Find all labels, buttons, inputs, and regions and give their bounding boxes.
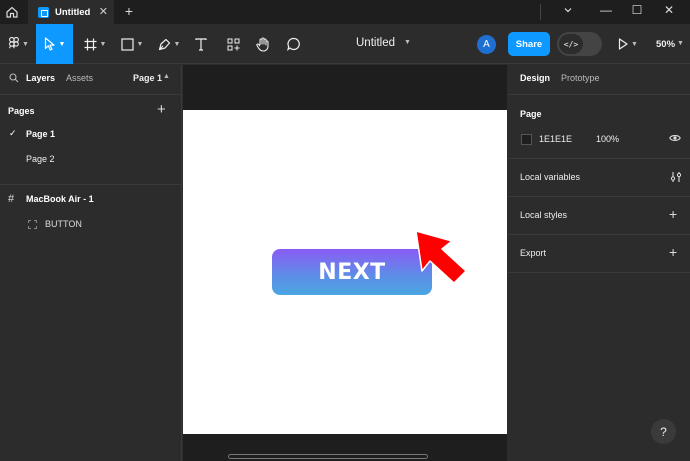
share-button[interactable]: Share — [508, 32, 550, 56]
text-icon — [195, 37, 207, 51]
frame-icon: # — [8, 193, 15, 205]
right-panel-tabs: Design Prototype — [508, 65, 690, 95]
variables-icon[interactable] — [670, 171, 682, 185]
rectangle-icon — [120, 37, 134, 51]
hand-tool-button[interactable] — [252, 24, 274, 64]
layer-row[interactable]: BUTTON — [0, 215, 182, 235]
close-window-button[interactable]: ✕ — [659, 3, 679, 17]
group-icon — [28, 220, 37, 229]
comment-icon — [287, 37, 300, 51]
figma-file-icon — [38, 6, 49, 18]
local-variables-label[interactable]: Local variables — [520, 172, 580, 182]
eye-icon[interactable] — [669, 133, 681, 145]
file-tab-label: Untitled — [55, 6, 91, 18]
page-color-hex[interactable]: 1E1E1E — [539, 134, 572, 144]
avatar[interactable]: A — [477, 35, 496, 54]
frame-icon — [84, 38, 97, 50]
move-tool-button[interactable]: ▼ — [36, 24, 73, 64]
main-menu-button[interactable]: ▼ — [4, 24, 34, 64]
toolbar: ▼ ▼ ▼ ▼ ▼ Untitled ▼ A Share </> ▼ 50% ▼ — [0, 24, 690, 64]
divider — [508, 196, 690, 197]
add-export-button[interactable]: + — [669, 244, 677, 260]
chevron-down-icon: ▼ — [631, 40, 638, 48]
chevron-down-icon: ▼ — [136, 40, 144, 48]
cursor-icon — [44, 37, 55, 51]
hand-icon — [256, 36, 269, 52]
text-tool-button[interactable] — [190, 24, 212, 64]
divider — [508, 158, 690, 159]
layer-frame-label: MacBook Air - 1 — [26, 194, 94, 204]
divider — [508, 234, 690, 235]
zoom-level[interactable]: 50% — [656, 39, 675, 50]
page-item[interactable]: Page 2 — [0, 150, 182, 170]
left-panel: Layers Assets Page 1 ▲ Pages + ✓ Page 1 … — [0, 65, 182, 461]
title-bar: Untitled ✕ + — ☐ ✕ — [0, 0, 690, 24]
export-label[interactable]: Export — [520, 248, 546, 258]
chevron-up-icon[interactable]: ▲ — [163, 73, 170, 80]
chevron-down-icon[interactable]: ▼ — [404, 39, 411, 46]
page-item-label: Page 2 — [26, 154, 55, 164]
right-panel: Design Prototype Page 1E1E1E 100% Local … — [508, 65, 690, 461]
tab-design[interactable]: Design — [520, 73, 550, 83]
page-item-label: Page 1 — [26, 129, 56, 139]
chevron-down-icon: ▼ — [58, 40, 66, 48]
pen-icon — [158, 38, 170, 50]
next-button-label: NEXT — [318, 259, 386, 285]
document-title[interactable]: Untitled — [356, 37, 395, 49]
file-tab[interactable]: Untitled ✕ — [28, 0, 114, 24]
left-panel-tabs: Layers Assets Page 1 ▲ — [0, 65, 182, 95]
local-styles-label[interactable]: Local styles — [520, 210, 567, 220]
window-separator — [540, 4, 541, 20]
chevron-down-icon: ▼ — [22, 40, 29, 48]
page-section-title: Page — [520, 109, 542, 119]
minimize-button[interactable]: — — [596, 3, 616, 17]
pen-tool-button[interactable]: ▼ — [154, 24, 184, 64]
tab-prototype[interactable]: Prototype — [561, 73, 600, 83]
shape-tool-button[interactable]: ▼ — [117, 24, 147, 64]
red-arrow-pointer-icon — [415, 230, 467, 284]
chevron-down-icon: ▼ — [99, 40, 107, 48]
resources-tool-button[interactable] — [222, 24, 244, 64]
horizontal-scrollbar[interactable] — [228, 454, 428, 459]
tab-assets[interactable]: Assets — [66, 73, 93, 83]
add-page-button[interactable]: + — [157, 101, 166, 118]
chevron-down-icon: ▼ — [173, 40, 181, 48]
divider — [508, 272, 690, 273]
pages-heading: Pages — [8, 106, 35, 116]
present-button[interactable]: ▼ — [616, 24, 640, 64]
home-icon[interactable] — [0, 0, 24, 24]
check-icon: ✓ — [9, 128, 17, 138]
tab-layers[interactable]: Layers — [26, 73, 55, 83]
divider — [0, 184, 182, 185]
layer-frame-row[interactable]: # MacBook Air - 1 — [0, 190, 182, 210]
search-icon[interactable] — [9, 73, 19, 85]
close-tab-icon[interactable]: ✕ — [99, 5, 108, 18]
add-style-button[interactable]: + — [669, 206, 677, 222]
layer-label: BUTTON — [45, 219, 82, 229]
help-button[interactable]: ? — [651, 419, 676, 444]
figma-logo-icon — [9, 37, 19, 49]
new-tab-button[interactable]: + — [122, 3, 136, 19]
chevron-down-icon[interactable] — [563, 5, 573, 17]
chevron-down-icon[interactable]: ▼ — [677, 40, 684, 47]
code-icon: </> — [559, 34, 583, 54]
canvas[interactable]: NEXT — [183, 65, 507, 461]
page-item[interactable]: ✓ Page 1 — [0, 125, 182, 145]
comment-tool-button[interactable] — [283, 24, 305, 64]
play-icon — [618, 38, 628, 50]
frame-tool-button[interactable]: ▼ — [80, 24, 110, 64]
dev-mode-toggle[interactable]: </> — [557, 32, 602, 56]
page-opacity[interactable]: 100% — [596, 134, 619, 144]
maximize-button[interactable]: ☐ — [627, 3, 647, 17]
page-color-swatch[interactable] — [521, 134, 532, 145]
page-selector[interactable]: Page 1 — [133, 73, 162, 83]
resources-icon — [227, 38, 239, 50]
